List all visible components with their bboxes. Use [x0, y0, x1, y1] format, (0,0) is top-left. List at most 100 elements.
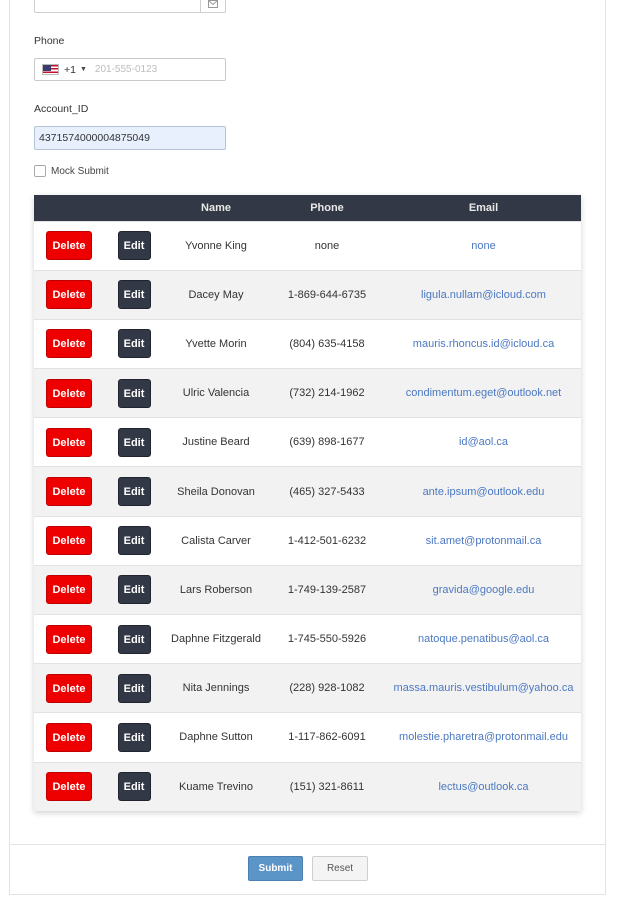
email-cell[interactable]: natoque.penatibus@aol.ca	[386, 615, 581, 664]
phone-cell: 1-412-501-6232	[287, 534, 367, 547]
edit-button[interactable]: Edit	[117, 772, 151, 802]
email-cell[interactable]: id@aol.ca	[386, 418, 581, 467]
edit-button[interactable]: Edit	[117, 378, 151, 408]
delete-cell: Delete	[34, 418, 104, 467]
edit-button[interactable]: Edit	[117, 231, 151, 261]
name-cell: Calista Carver	[181, 534, 251, 547]
delete-cell: Delete	[34, 369, 104, 418]
phone-cell: (804) 635-4158	[289, 337, 365, 350]
delete-button[interactable]: Delete	[46, 722, 92, 752]
delete-button[interactable]: Delete	[46, 378, 92, 408]
email-cell[interactable]: mauris.rhoncus.id@icloud.ca	[386, 319, 581, 368]
delete-button[interactable]: Delete	[46, 329, 92, 359]
delete-button[interactable]: Delete	[46, 575, 92, 605]
edit-cell: Edit	[104, 762, 164, 811]
phone-cell: 1-749-139-2587	[287, 583, 367, 596]
table-row: Delete Edit Ulric Valencia (732) 214-1962 co…	[34, 368, 581, 418]
phone-cell: (151) 321-8611	[289, 780, 365, 793]
delete-cell: Delete	[34, 319, 104, 368]
edit-cell: Edit	[104, 467, 164, 516]
name-cell: Yvette Morin	[185, 337, 247, 350]
table-row: Delete Edit Daphne Fitzgerald 1-745-550-592…	[34, 614, 581, 664]
edit-cell: Edit	[104, 369, 164, 418]
table-row: Delete Edit Yvette Morin (804) 635-4158 maur…	[34, 319, 581, 369]
edit-button[interactable]: Edit	[117, 427, 151, 457]
table-row: Delete Edit Kuame Trevino (151) 321-8611 lec…	[34, 762, 581, 812]
email-cell[interactable]: ante.ipsum@outlook.edu	[386, 467, 581, 516]
phone-cell: (732) 214-1962	[289, 387, 365, 400]
name-cell: Lars Roberson	[179, 583, 253, 596]
email-cell[interactable]: massa.mauris.vestibulum@yahoo.ca	[386, 664, 581, 713]
edit-button[interactable]: Edit	[117, 575, 151, 605]
delete-button[interactable]: Delete	[46, 280, 92, 310]
delete-button[interactable]: Delete	[46, 673, 92, 703]
delete-button[interactable]: Delete	[46, 477, 92, 507]
edit-cell: Edit	[104, 565, 164, 614]
column-header-edit	[104, 195, 164, 221]
delete-cell: Delete	[34, 664, 104, 713]
edit-cell: Edit	[104, 418, 164, 467]
phone-cell: 1-117-862-6091	[288, 731, 366, 744]
phone-cell: (639) 898-1677	[289, 436, 365, 449]
email-cell[interactable]: none	[386, 221, 581, 270]
edit-button[interactable]: Edit	[117, 329, 151, 359]
table-row: Delete Edit Daphne Sutton 1-117-862-6091 mol…	[34, 712, 581, 763]
phone-label: Phone	[34, 35, 65, 47]
name-cell: Daphne Fitzgerald	[171, 633, 261, 646]
dial-code[interactable]: +1	[64, 64, 76, 76]
table-row: Delete Edit Justine Beard (639) 898-1677 id@…	[34, 417, 581, 467]
delete-button[interactable]: Delete	[46, 526, 92, 556]
table-row: Delete Edit Nita Jennings (228) 928-1082 mas…	[34, 663, 581, 713]
mock-submit-checkbox[interactable]	[34, 165, 46, 177]
edit-button[interactable]: Edit	[117, 673, 151, 703]
phone-placeholder: 201-555-0123	[94, 64, 158, 75]
edit-button[interactable]: Edit	[117, 526, 151, 556]
us-flag-icon[interactable]	[42, 64, 59, 75]
edit-cell: Edit	[104, 713, 164, 762]
records-table: Name Phone Email Delete Edit Yvonne King no…	[34, 195, 581, 812]
column-header-name: Name	[201, 201, 231, 214]
delete-button[interactable]: Delete	[46, 231, 92, 261]
name-cell: Justine Beard	[182, 436, 250, 449]
email-field[interactable]	[34, 0, 226, 13]
email-cell[interactable]: lectus@outlook.ca	[386, 762, 581, 811]
submit-button[interactable]: Submit	[248, 856, 303, 881]
footer-divider	[10, 844, 605, 845]
name-cell: Daphne Sutton	[179, 731, 253, 744]
table-row: Delete Edit Dacey May 1-869-644-6735 ligula.…	[34, 270, 581, 320]
table-row: Delete Edit Sheila Donovan (465) 327-5433 an…	[34, 466, 581, 517]
email-cell[interactable]: ligula.nullam@icloud.com	[386, 270, 581, 319]
delete-button[interactable]: Delete	[46, 624, 92, 654]
column-header-delete	[34, 195, 104, 221]
table-row: Delete Edit Lars Roberson 1-749-139-2587 gra…	[34, 565, 581, 615]
delete-cell: Delete	[34, 713, 104, 762]
delete-button[interactable]: Delete	[46, 427, 92, 457]
edit-cell: Edit	[104, 221, 164, 270]
account-id-input[interactable]: 4371574000004875049	[34, 126, 226, 150]
name-cell: Kuame Trevino	[179, 780, 253, 793]
email-cell[interactable]: molestie.pharetra@protonmail.edu	[386, 713, 581, 762]
delete-cell: Delete	[34, 615, 104, 664]
edit-cell: Edit	[104, 319, 164, 368]
email-cell[interactable]: condimentum.eget@outlook.net	[386, 369, 581, 418]
edit-cell: Edit	[104, 516, 164, 565]
edit-button[interactable]: Edit	[117, 722, 151, 752]
reset-button[interactable]: Reset	[312, 856, 368, 881]
edit-button[interactable]: Edit	[117, 624, 151, 654]
mock-submit-label[interactable]: Mock Submit	[51, 166, 109, 177]
phone-input[interactable]: +1 ▼ 201-555-0123	[34, 58, 226, 81]
column-header-phone: Phone	[310, 201, 344, 214]
chevron-down-icon[interactable]: ▼	[80, 66, 87, 73]
email-cell[interactable]: sit.amet@protonmail.ca	[386, 516, 581, 565]
email-cell[interactable]: gravida@google.edu	[386, 565, 581, 614]
mock-submit-row[interactable]: Mock Submit	[34, 165, 109, 177]
delete-button[interactable]: Delete	[46, 772, 92, 802]
delete-cell: Delete	[34, 221, 104, 270]
table-row: Delete Edit Calista Carver 1-412-501-6232 si…	[34, 516, 581, 566]
name-cell: Yvonne King	[185, 239, 247, 252]
edit-button[interactable]: Edit	[117, 280, 151, 310]
phone-cell: 1-869-644-6735	[287, 288, 367, 301]
edit-button[interactable]: Edit	[117, 477, 151, 507]
account-id-label: Account_ID	[34, 103, 89, 115]
phone-cell: none	[314, 239, 340, 252]
